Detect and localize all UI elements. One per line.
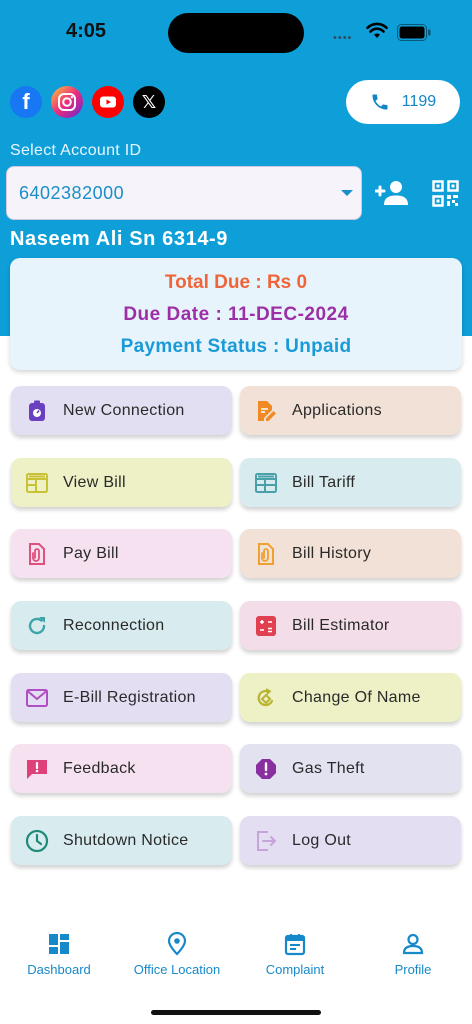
tile-shutdown-notice[interactable]: Shutdown Notice	[11, 816, 232, 865]
tile-label: Reconnection	[63, 616, 165, 634]
instagram-icon[interactable]	[51, 86, 83, 118]
calculator-icon	[256, 615, 276, 636]
nav-label: Dashboard	[27, 962, 91, 977]
tile-label: New Connection	[63, 401, 185, 419]
tile-label: Pay Bill	[63, 544, 119, 562]
tile-label: Bill History	[292, 544, 372, 562]
attach-icon	[29, 542, 45, 565]
tile-change-of-name[interactable]: Change Of Name	[240, 673, 461, 722]
tile-bill-estimator[interactable]: Bill Estimator	[240, 601, 461, 650]
customer-name: Naseem Ali Sn 6314-9	[10, 228, 229, 250]
location-icon	[167, 932, 187, 956]
signal-icon: ••••	[333, 32, 353, 44]
due-date: Due Date : 11-DEC-2024	[123, 304, 349, 325]
nav-profile[interactable]: Profile	[354, 932, 472, 977]
tariff-icon	[255, 472, 277, 493]
tile-label: E-Bill Registration	[63, 688, 196, 706]
tile-label: Log Out	[292, 831, 352, 849]
facebook-icon[interactable]: f	[10, 86, 42, 118]
nav-label: Profile	[394, 962, 432, 977]
mail-icon	[26, 688, 48, 707]
status-time: 4:05	[66, 20, 107, 42]
tile-label: Feedback	[63, 759, 136, 777]
youtube-icon[interactable]	[92, 86, 124, 118]
tile-bill-tariff[interactable]: Bill Tariff	[240, 458, 461, 507]
wifi-icon	[366, 22, 388, 38]
battery-icon	[397, 24, 431, 41]
add-user-icon[interactable]	[375, 180, 409, 206]
helpline-button[interactable]: 1199	[346, 80, 460, 124]
refresh-icon	[28, 616, 46, 634]
calendar-icon	[284, 934, 306, 956]
chevron-down-icon	[341, 190, 353, 196]
x-twitter-icon[interactable]: 𝕏	[133, 86, 165, 118]
tile-new-connection[interactable]: New Connection	[11, 386, 232, 435]
nav-dashboard[interactable]: Dashboard	[0, 932, 118, 977]
tile-label: View Bill	[63, 473, 126, 491]
tile-view-bill[interactable]: View Bill	[11, 458, 232, 507]
change-icon	[257, 687, 274, 706]
nav-label: Office Location	[133, 962, 221, 977]
nav-office-location[interactable]: Office Location	[118, 932, 236, 977]
tile-log-out[interactable]: Log Out	[240, 816, 461, 865]
clock-icon	[25, 829, 49, 852]
alert-octagon-icon	[256, 758, 276, 779]
tile-applications[interactable]: Applications	[240, 386, 461, 435]
bill-icon	[26, 472, 48, 493]
selected-account-id: 6402382000	[19, 182, 125, 203]
account-id-dropdown[interactable]: 6402382000	[6, 166, 362, 220]
phone-icon	[372, 94, 388, 110]
tile-feedback[interactable]: Feedback	[11, 744, 232, 793]
dynamic-island	[168, 13, 304, 53]
profile-icon	[402, 933, 424, 955]
tile-e-bill-registration[interactable]: E-Bill Registration	[11, 673, 232, 722]
tile-label: Change Of Name	[292, 688, 421, 706]
helpline-number: 1199	[401, 93, 437, 110]
tile-label: Applications	[292, 401, 382, 419]
nav-label: Complaint	[265, 962, 325, 977]
logout-icon	[257, 830, 277, 851]
total-due: Total Due : Rs 0	[164, 272, 308, 293]
tile-gas-theft[interactable]: Gas Theft	[240, 744, 461, 793]
tile-label: Bill Tariff	[292, 473, 356, 491]
tile-reconnection[interactable]: Reconnection	[11, 601, 232, 650]
qr-code-icon[interactable]	[432, 180, 459, 207]
meter-icon	[29, 400, 45, 421]
account-select-label: Select Account ID	[10, 142, 142, 159]
home-indicator	[151, 1010, 321, 1015]
tile-label: Bill Estimator	[292, 616, 390, 634]
history-icon	[258, 542, 274, 565]
feedback-icon	[27, 759, 47, 779]
dashboard-icon	[49, 934, 69, 954]
tile-label: Gas Theft	[292, 759, 365, 777]
document-edit-icon	[258, 400, 276, 421]
tile-bill-history[interactable]: Bill History	[240, 529, 461, 578]
payment-status: Payment Status : Unpaid	[120, 336, 352, 357]
tile-pay-bill[interactable]: Pay Bill	[11, 529, 232, 578]
nav-complaint[interactable]: Complaint	[236, 932, 354, 977]
tile-label: Shutdown Notice	[63, 831, 189, 849]
due-summary-card: Total Due : Rs 0 Due Date : 11-DEC-2024 …	[10, 258, 462, 370]
